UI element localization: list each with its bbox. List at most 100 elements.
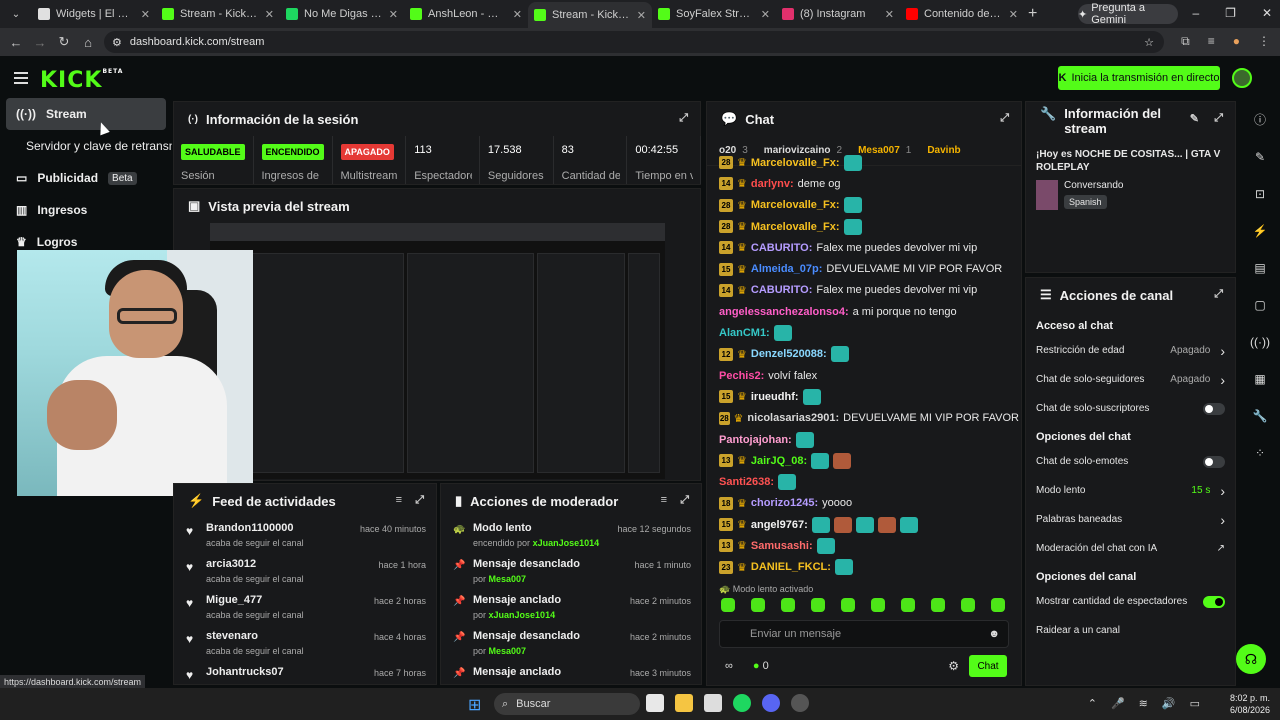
emote-button[interactable] <box>931 598 945 612</box>
sidebar-item-revenue[interactable]: ▥ Ingresos <box>0 194 172 226</box>
toggle-switch[interactable] <box>1203 595 1225 608</box>
reading-list-icon[interactable]: ≡ <box>1208 34 1215 49</box>
site-info-icon[interactable]: ⚙ <box>112 36 122 49</box>
pen-icon[interactable]: ✎ <box>1240 138 1280 175</box>
radio-icon[interactable]: ((·)) <box>1240 323 1280 360</box>
expand-icon[interactable]: ⤢ <box>680 494 689 507</box>
gallery-icon[interactable]: ▦ <box>1240 360 1280 397</box>
file-explorer-icon[interactable] <box>675 694 693 712</box>
browser-tab[interactable]: Contenido del canal ✕ <box>900 2 1024 26</box>
setting-control[interactable]: Apagado › <box>1170 372 1225 388</box>
chat-settings-icon[interactable]: ⚙ <box>948 659 959 673</box>
restore-button[interactable]: ❐ <box>1225 6 1236 20</box>
chat-username[interactable]: Pantojajohan: <box>719 434 792 446</box>
browser-tab[interactable]: SoyFalex Stream - W ✕ <box>652 2 776 26</box>
forward-icon[interactable]: → <box>28 35 52 50</box>
emote-button[interactable] <box>841 598 855 612</box>
chat-username[interactable]: angelessanchezalonso4: <box>719 306 849 318</box>
taskbar-search[interactable]: ⌕ Buscar <box>494 693 640 715</box>
close-window-button[interactable]: ✕ <box>1262 6 1272 20</box>
mod-action-user[interactable]: xJuanJose1014 <box>533 538 600 548</box>
expand-icon[interactable]: ⤢ <box>1214 288 1223 301</box>
profile-icon[interactable]: ● <box>1233 34 1240 49</box>
expand-icon[interactable]: ⤢ <box>679 112 688 125</box>
back-icon[interactable]: ← <box>4 35 28 50</box>
close-tab-icon[interactable]: ✕ <box>141 8 150 21</box>
toggle-switch[interactable] <box>1203 455 1225 468</box>
chat-username[interactable]: chorizo1245: <box>751 497 818 509</box>
emoji-icon[interactable]: ☻ <box>988 628 1000 640</box>
setting-control[interactable]: ↗ <box>1217 543 1225 554</box>
emote-button[interactable] <box>721 598 735 612</box>
wifi-icon[interactable]: ≋ <box>1139 697 1148 710</box>
chat-username[interactable]: angel9767: <box>751 519 808 531</box>
setting-control[interactable]: 15 s › <box>1191 483 1225 499</box>
close-tab-icon[interactable]: ✕ <box>513 8 522 21</box>
browser-tab[interactable]: (8) Instagram ✕ <box>776 2 900 26</box>
setting-row[interactable]: Chat de solo-emotes <box>1026 447 1235 476</box>
tab-search-icon[interactable]: ⌄ <box>4 3 28 25</box>
browser-tab[interactable]: Widgets | El mejor so ✕ <box>32 2 156 26</box>
chat-username[interactable]: CABURITO: <box>751 284 813 296</box>
minimize-button[interactable]: – <box>1192 6 1199 20</box>
chat-username[interactable]: Marcelovalle_Fx: <box>751 199 840 211</box>
chat-input[interactable]: Enviar un mensaje ☻ <box>719 620 1009 648</box>
support-icon[interactable]: ☊ <box>1236 644 1266 674</box>
hamburger-menu-icon[interactable] <box>14 72 28 84</box>
setting-control[interactable] <box>1203 455 1225 468</box>
menu-icon[interactable]: ⋮ <box>1258 34 1270 49</box>
mic-icon[interactable]: 🎤 <box>1111 697 1125 710</box>
setting-control[interactable] <box>1203 402 1225 415</box>
close-tab-icon[interactable]: ✕ <box>885 8 894 21</box>
close-tab-icon[interactable]: ✕ <box>761 8 770 21</box>
chat-username[interactable]: DANIEL_FKCL: <box>751 561 831 573</box>
emote-button[interactable] <box>751 598 765 612</box>
browser-tab[interactable]: Stream - Kick Dashbo ✕ <box>528 2 652 28</box>
tools-icon[interactable]: 🔧 <box>1240 397 1280 434</box>
chat-username[interactable]: darlynv: <box>751 178 794 190</box>
chrome-icon[interactable] <box>646 694 664 712</box>
extensions-icon[interactable]: ⧉ <box>1181 34 1190 49</box>
stream-preview-video[interactable] <box>210 223 665 479</box>
send-chat-button[interactable]: Chat <box>969 655 1007 677</box>
close-tab-icon[interactable]: ✕ <box>637 9 646 22</box>
sidebar-item-server-key[interactable]: Servidor y clave de retransn <box>0 130 172 162</box>
sidebar-item-ads[interactable]: ▭ Publicidad Beta <box>0 162 172 194</box>
home-icon[interactable]: ⌂ <box>76 35 100 50</box>
chevron-up-icon[interactable]: ⌃ <box>1088 697 1097 710</box>
setting-control[interactable] <box>1203 595 1225 608</box>
filter-icon[interactable]: ≡ <box>396 494 402 506</box>
app-icon[interactable] <box>791 694 809 712</box>
browser-tab[interactable]: AnshLeon - Watch cli ✕ <box>404 2 528 26</box>
emote-button[interactable] <box>961 598 975 612</box>
close-tab-icon[interactable]: ✕ <box>265 8 274 21</box>
setting-row[interactable]: Chat de solo-seguidores Apagado › <box>1026 365 1235 394</box>
setting-row[interactable]: Palabras baneadas › <box>1026 505 1235 534</box>
battery-icon[interactable]: ▭ <box>1190 697 1200 710</box>
infinity-icon[interactable]: ∞ <box>725 660 733 672</box>
emote-button[interactable] <box>901 598 915 612</box>
expand-icon[interactable]: ⤢ <box>1214 112 1223 125</box>
chat-username[interactable]: CABURITO: <box>751 242 813 254</box>
chat-username[interactable]: Pechis2: <box>719 370 764 382</box>
setting-row[interactable]: Restricción de edad Apagado › <box>1026 336 1235 365</box>
chat-username[interactable]: Denzel520088: <box>751 348 827 360</box>
emote-button[interactable] <box>991 598 1005 612</box>
filter-icon[interactable]: ≡ <box>661 494 667 506</box>
volume-icon[interactable]: 🔊 <box>1162 697 1176 710</box>
sidebar-item-stream[interactable]: ((·)) Stream <box>6 98 166 130</box>
info-icon[interactable]: ⓘ <box>1240 101 1280 138</box>
dots-icon[interactable]: ⁘ <box>1240 434 1280 471</box>
setting-control[interactable]: › <box>1220 512 1225 528</box>
chat-username[interactable]: irueudhf: <box>751 391 799 403</box>
chat-username[interactable]: JairJQ_08: <box>751 455 807 467</box>
chat-username[interactable]: Samusashi: <box>751 540 813 552</box>
chat-username[interactable]: Almeida_07p: <box>751 263 823 275</box>
close-tab-icon[interactable]: ✕ <box>389 8 398 21</box>
chat-username[interactable]: nicolasarias2901: <box>747 412 839 424</box>
setting-row[interactable]: Modo lento 15 s › <box>1026 476 1235 505</box>
document-icon[interactable]: ▤ <box>1240 249 1280 286</box>
setting-control[interactable]: Apagado › <box>1170 343 1225 359</box>
address-bar[interactable]: ⚙ dashboard.kick.com/stream ☆ <box>104 31 1164 53</box>
store-icon[interactable] <box>704 694 722 712</box>
